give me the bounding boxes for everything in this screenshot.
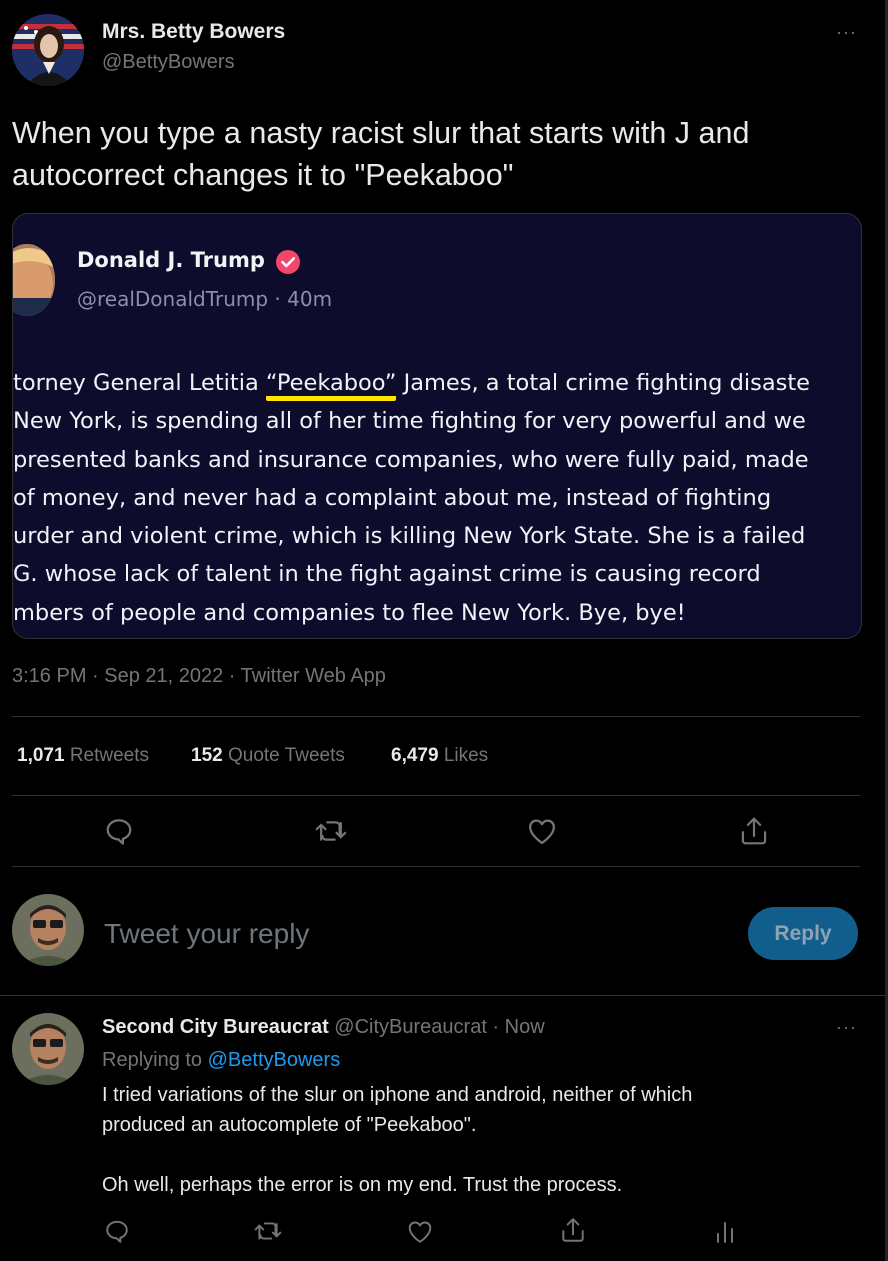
tweet-text-line: autocorrect changes it to "Peekaboo": [12, 158, 514, 192]
likes-label: Likes: [443, 745, 489, 766]
embedded-text-line: mbers of people and companies to flee Ne…: [13, 594, 861, 632]
embedded-text-segment: of money, and never had a complaint abou…: [13, 484, 772, 511]
embedded-text-segment: torney General Letitia: [13, 370, 266, 396]
verified-badge-icon: [275, 249, 301, 275]
reply-icon[interactable]: [104, 816, 134, 846]
divider: [12, 795, 860, 796]
embedded-text-line: of money, and never had a complaint abou…: [13, 479, 861, 517]
embedded-avatar: [13, 244, 55, 316]
reply-like-heart-icon[interactable]: [407, 1219, 433, 1244]
retweets-stat[interactable]: 1,071 Retweets: [17, 745, 149, 767]
embedded-text-segment: mbers of people and companies to flee Ne…: [13, 599, 686, 626]
author-avatar-image: [12, 14, 84, 86]
attached-image[interactable]: Donald J. Trump @realDonaldTrump · 40m t…: [12, 213, 862, 639]
embedded-text-segment: G. whose lack of talent in the fight aga…: [13, 561, 761, 588]
embedded-text-line: urder and violent crime, which is killin…: [13, 517, 861, 555]
replying-to-label: Replying to: [102, 1049, 208, 1071]
tweet-timestamp[interactable]: 3:16 PM · Sep 21, 2022 · Twitter Web App: [12, 665, 386, 688]
reply-author-handle-time[interactable]: @CityBureaucrat · Now: [334, 1016, 544, 1038]
embedded-text-line: presented banks and insurance companies,…: [13, 441, 861, 479]
reply-more-options-button[interactable]: ···: [836, 1017, 857, 1038]
divider: [0, 995, 885, 996]
analytics-icon[interactable]: [714, 1220, 736, 1244]
replying-to: Replying to @BettyBowers: [102, 1049, 340, 1072]
embedded-text-segment: New York, is spending all of her time fi…: [13, 408, 806, 435]
reply-author-name[interactable]: Second City Bureaucrat: [102, 1016, 329, 1038]
embedded-handle-time: @realDonaldTrump · 40m: [77, 287, 333, 311]
embedded-text-segment: James, a total crime fighting disaste: [396, 370, 811, 396]
reply-author-avatar[interactable]: [12, 1013, 84, 1085]
retweets-count: 1,071: [17, 745, 65, 766]
reply-button[interactable]: Reply: [748, 907, 858, 960]
retweets-label: Retweets: [69, 745, 150, 766]
likes-count: 6,479: [391, 745, 439, 766]
reply-text-line: Oh well, perhaps the error is on my end.…: [102, 1174, 623, 1196]
quote-tweets-stat[interactable]: 152 Quote Tweets: [191, 745, 345, 767]
more-options-button[interactable]: ···: [836, 22, 857, 43]
author-avatar[interactable]: [12, 14, 84, 86]
embedded-text-line: torney General Letitia “Peekaboo” James,…: [13, 364, 861, 402]
author-name[interactable]: Mrs. Betty Bowers: [102, 20, 285, 44]
tweet-text-line: When you type a nasty racist slur that s…: [12, 116, 750, 150]
quote-tweets-count: 152: [191, 745, 223, 766]
user-avatar[interactable]: [12, 894, 84, 966]
embedded-text-segment: presented banks and insurance companies,…: [13, 446, 809, 473]
reply-retweet-icon[interactable]: [254, 1218, 282, 1244]
retweet-icon[interactable]: [315, 816, 347, 846]
embedded-text-line: G. whose lack of talent in the fight aga…: [13, 555, 861, 593]
replying-to-handle-link[interactable]: @BettyBowers: [208, 1049, 341, 1071]
embedded-text-line: New York, is spending all of her time fi…: [13, 402, 861, 440]
reply-header: Second City Bureaucrat @CityBureaucrat ·…: [102, 1016, 545, 1039]
reply-text-line: I tried variations of the slur on iphone…: [102, 1084, 693, 1106]
embedded-text-segment: urder and violent crime, which is killin…: [13, 523, 806, 550]
divider: [12, 716, 860, 717]
reply-input[interactable]: Tweet your reply: [104, 918, 309, 950]
reply-reply-icon[interactable]: [104, 1218, 130, 1244]
reply-text-line: produced an autocomplete of "Peekaboo".: [102, 1114, 477, 1136]
quote-tweets-label: Quote Tweets: [227, 745, 345, 766]
divider: [12, 866, 860, 867]
embedded-tweet-text: torney General Letitia “Peekaboo” James,…: [13, 364, 861, 632]
highlighted-word: “Peekaboo”: [265, 371, 397, 401]
likes-stat[interactable]: 6,479 Likes: [391, 745, 488, 767]
share-icon[interactable]: [739, 815, 769, 847]
reply-share-icon[interactable]: [560, 1216, 586, 1244]
embedded-author-name: Donald J. Trump: [77, 248, 265, 272]
like-heart-icon[interactable]: [527, 817, 557, 845]
author-handle[interactable]: @BettyBowers: [102, 51, 235, 74]
tweet-text: When you type a nasty racist slur that s…: [12, 112, 749, 196]
reply-text: I tried variations of the slur on iphone…: [102, 1080, 692, 1200]
